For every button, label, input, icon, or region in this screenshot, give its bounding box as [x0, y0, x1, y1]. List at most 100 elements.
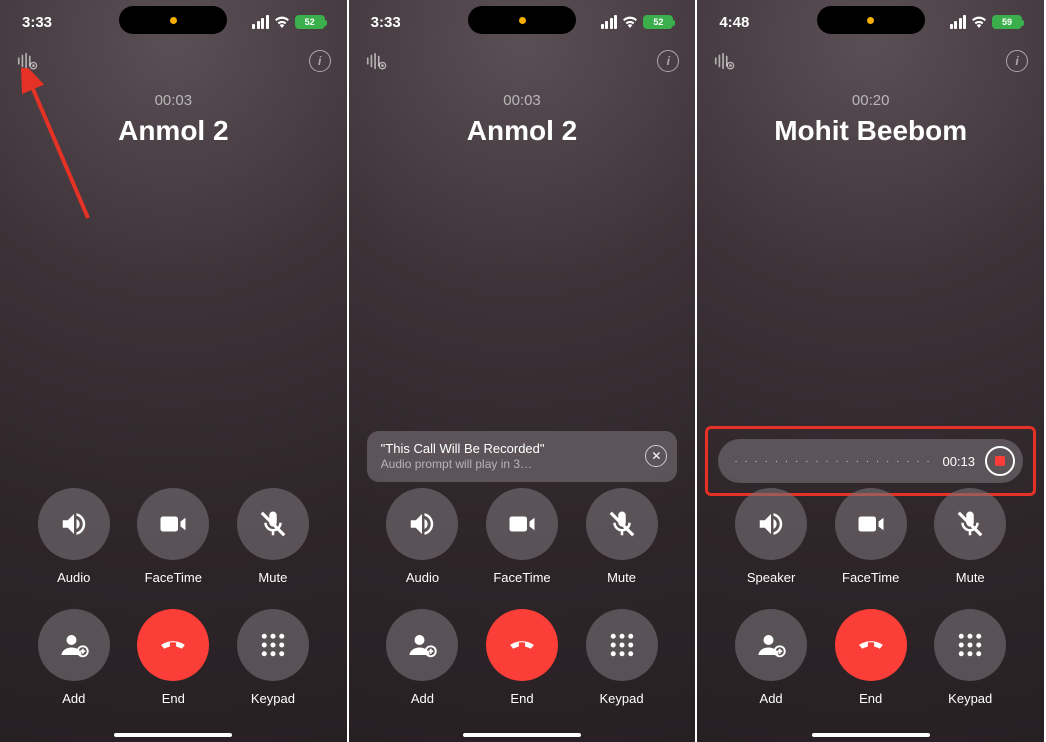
audio-button[interactable]: Audio: [38, 488, 110, 585]
end-button[interactable]: End: [137, 609, 209, 706]
facetime-icon: [835, 488, 907, 560]
button-label: Audio: [406, 570, 439, 585]
button-label: Mute: [607, 570, 636, 585]
button-label: Keypad: [600, 691, 644, 706]
facetime-button[interactable]: FaceTime: [486, 488, 558, 585]
button-label: FaceTime: [145, 570, 202, 585]
call-button-grid: Speaker FaceTime Mute Add End Keypad: [697, 488, 1044, 706]
recording-notice: "This Call Will Be Recorded" Audio promp…: [367, 431, 678, 482]
button-label: Keypad: [251, 691, 295, 706]
signal-icon: [950, 15, 967, 29]
call-duration: 00:20: [697, 92, 1044, 109]
stop-recording-button[interactable]: [985, 446, 1015, 476]
button-label: Add: [760, 691, 783, 706]
facetime-button[interactable]: FaceTime: [835, 488, 907, 585]
button-label: FaceTime: [493, 570, 550, 585]
add-button[interactable]: Add: [38, 609, 110, 706]
record-call-icon[interactable]: [16, 50, 38, 72]
status-time: 4:48: [719, 14, 809, 31]
speaker-icon: [735, 488, 807, 560]
dynamic-island: [468, 6, 576, 34]
keypad-icon: [934, 609, 1006, 681]
speaker-icon: [38, 488, 110, 560]
waveform-icon: · · · · · · · · · · · · · · · · · · · · …: [734, 456, 932, 467]
call-header: 00:03 Anmol 2: [349, 92, 696, 147]
facetime-icon: [486, 488, 558, 560]
home-indicator: [463, 733, 581, 737]
notice-title: "This Call Will Be Recorded": [381, 441, 632, 457]
info-icon[interactable]: i: [309, 50, 331, 72]
top-icons-row: i: [0, 50, 347, 72]
end-call-icon: [137, 609, 209, 681]
phone-screenshot-1: 3:33 52 i 00:03 Anmol 2 Audio Face: [0, 0, 349, 742]
button-label: End: [510, 691, 533, 706]
call-duration: 00:03: [349, 92, 696, 109]
mute-button[interactable]: Mute: [586, 488, 658, 585]
status-right: 52: [601, 15, 674, 29]
status-right: 52: [252, 15, 325, 29]
wifi-icon: [622, 16, 638, 28]
recording-bar: · · · · · · · · · · · · · · · · · · · · …: [718, 439, 1023, 483]
add-icon: [38, 609, 110, 681]
button-label: Speaker: [747, 570, 795, 585]
status-time: 3:33: [371, 14, 461, 31]
dynamic-island: [119, 6, 227, 34]
top-icons-row: i: [697, 50, 1044, 72]
call-header: 00:20 Mohit Beebom: [697, 92, 1044, 147]
audio-button[interactable]: Audio: [386, 488, 458, 585]
button-label: Add: [62, 691, 85, 706]
keypad-button[interactable]: Keypad: [934, 609, 1006, 706]
wifi-icon: [274, 16, 290, 28]
phone-screenshot-3: 4:48 59 i 00:20 Mohit Beebom · · · · · ·…: [697, 0, 1046, 742]
signal-icon: [252, 15, 269, 29]
facetime-icon: [137, 488, 209, 560]
button-label: Mute: [258, 570, 287, 585]
close-icon[interactable]: ✕: [645, 445, 667, 467]
home-indicator: [114, 733, 232, 737]
keypad-button[interactable]: Keypad: [586, 609, 658, 706]
add-button[interactable]: Add: [735, 609, 807, 706]
end-button[interactable]: End: [835, 609, 907, 706]
keypad-button[interactable]: Keypad: [237, 609, 309, 706]
speaker-icon: [386, 488, 458, 560]
status-time: 3:33: [22, 14, 112, 31]
add-button[interactable]: Add: [386, 609, 458, 706]
mute-button[interactable]: Mute: [237, 488, 309, 585]
recording-elapsed: 00:13: [942, 454, 975, 469]
info-icon[interactable]: i: [1006, 50, 1028, 72]
call-duration: 00:03: [0, 92, 347, 109]
battery-icon: 59: [992, 15, 1022, 29]
info-icon[interactable]: i: [657, 50, 679, 72]
caller-name: Anmol 2: [349, 115, 696, 147]
mute-button[interactable]: Mute: [934, 488, 1006, 585]
facetime-button[interactable]: FaceTime: [137, 488, 209, 585]
add-icon: [386, 609, 458, 681]
button-label: End: [162, 691, 185, 706]
home-indicator: [812, 733, 930, 737]
phone-screenshot-2: 3:33 52 i 00:03 Anmol 2 "This Call Will …: [349, 0, 698, 742]
button-label: Add: [411, 691, 434, 706]
end-call-icon: [486, 609, 558, 681]
add-icon: [735, 609, 807, 681]
record-call-icon[interactable]: [713, 50, 735, 72]
call-header: 00:03 Anmol 2: [0, 92, 347, 147]
record-call-icon[interactable]: [365, 50, 387, 72]
status-right: 59: [950, 15, 1023, 29]
dynamic-island: [817, 6, 925, 34]
button-label: End: [859, 691, 882, 706]
mute-icon: [934, 488, 1006, 560]
call-button-grid: Audio FaceTime Mute Add End Keypad: [349, 488, 696, 706]
speaker-button[interactable]: Speaker: [735, 488, 807, 585]
annotation-highlight: · · · · · · · · · · · · · · · · · · · · …: [705, 426, 1036, 496]
caller-name: Anmol 2: [0, 115, 347, 147]
signal-icon: [601, 15, 618, 29]
stop-icon: [995, 456, 1005, 466]
caller-name: Mohit Beebom: [697, 115, 1044, 147]
battery-icon: 52: [643, 15, 673, 29]
top-icons-row: i: [349, 50, 696, 72]
notice-subtitle: Audio prompt will play in 3…: [381, 457, 632, 472]
button-label: Keypad: [948, 691, 992, 706]
wifi-icon: [971, 16, 987, 28]
end-button[interactable]: End: [486, 609, 558, 706]
keypad-icon: [237, 609, 309, 681]
